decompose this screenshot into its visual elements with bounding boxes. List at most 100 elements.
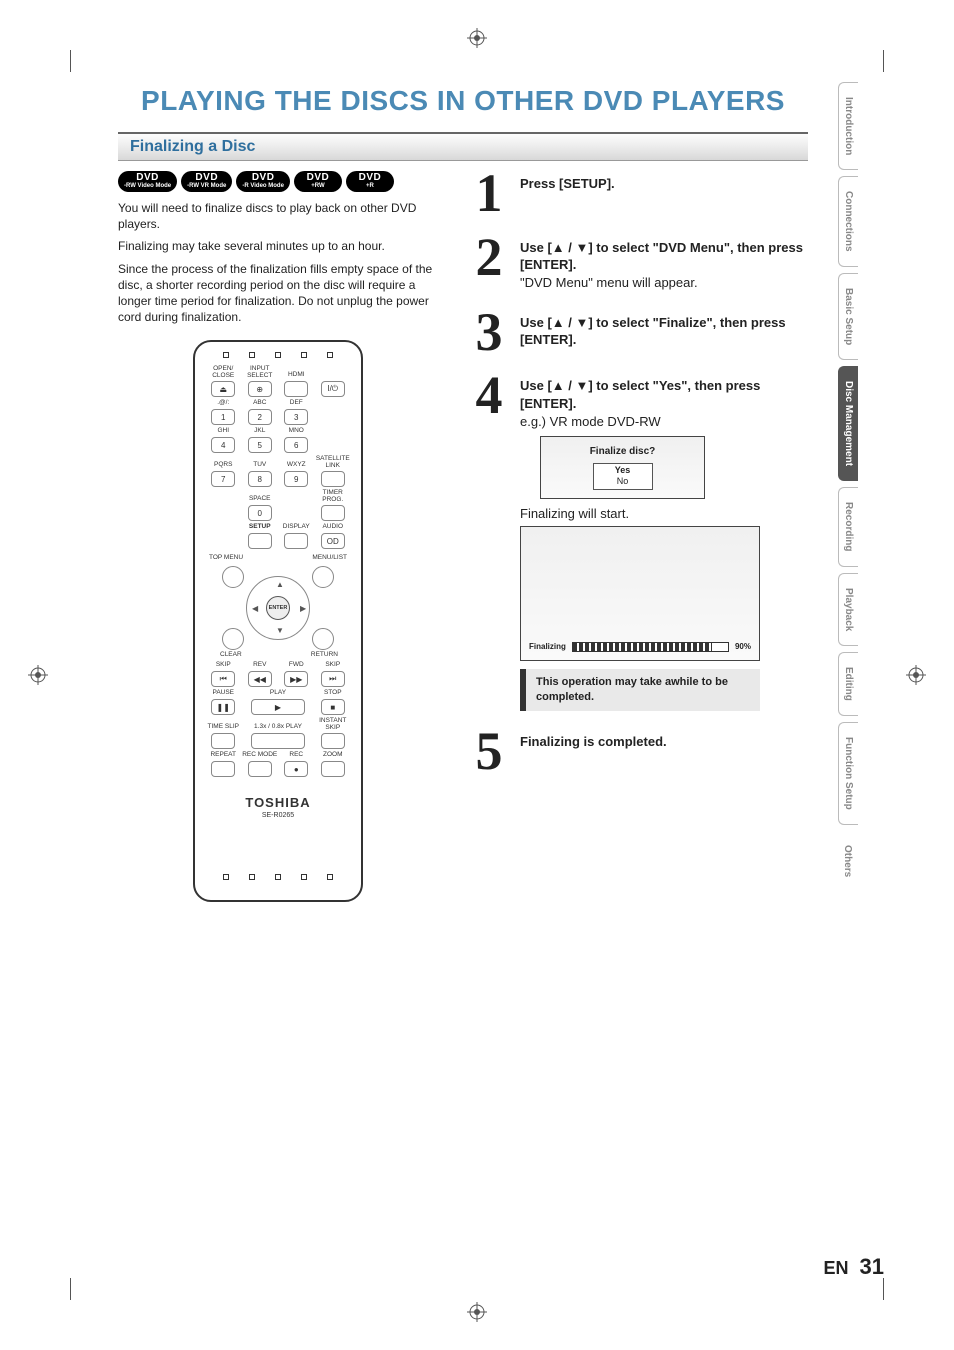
step-2-sub: "DVD Menu" menu will appear.	[520, 275, 698, 290]
remote-model: SE-R0265	[205, 812, 351, 819]
top-menu-label: TOP MENU	[209, 555, 243, 562]
section-header-text: Finalizing a Disc	[130, 138, 255, 155]
time-slip-button	[211, 733, 235, 749]
key-0: 0	[248, 505, 272, 521]
key-1: 1	[211, 409, 235, 425]
skip-back-button: ⏮	[211, 671, 235, 687]
rewind-button: ◀◀	[248, 671, 272, 687]
disc-badge-row: DVD-RW Video Mode DVD-RW VR Mode DVD-R V…	[118, 171, 438, 192]
disc-badge: DVD+RW	[294, 171, 342, 192]
option-yes: Yes	[594, 465, 652, 477]
registration-mark-icon	[906, 665, 926, 685]
crop-mark	[883, 50, 884, 72]
step-4-main: Use [▲ / ▼] to select "Yes", then press …	[520, 378, 760, 411]
crop-mark	[883, 1278, 884, 1300]
remote-brand: TOSHIBA	[205, 795, 351, 810]
down-arrow-icon: ▼	[276, 626, 284, 635]
key-6: 6	[284, 437, 308, 453]
step-2: 2 Use [▲ / ▼] to select "DVD Menu", then…	[468, 235, 808, 292]
tab-others[interactable]: Others	[838, 831, 857, 891]
audio-button: OD	[321, 533, 345, 549]
step-1-text: Press [SETUP].	[520, 176, 615, 191]
footer-lang: EN	[823, 1258, 848, 1278]
remote-control-diagram: OPEN/ CLOSE⏏ INPUT SELECT⊕ HDMI I/⏻ .@/:…	[193, 340, 363, 902]
repeat-button	[211, 761, 235, 777]
step-number: 4	[468, 373, 510, 711]
footer-page-number: 31	[860, 1254, 884, 1279]
intro-p1: You will need to finalize discs to play …	[118, 200, 438, 232]
crop-mark	[70, 1278, 71, 1300]
note-box: This operation may take awhile to be com…	[520, 669, 760, 711]
step-number: 5	[468, 729, 510, 775]
tab-function-setup[interactable]: Function Setup	[838, 722, 858, 825]
intro-p2: Finalizing may take several minutes up t…	[118, 238, 438, 254]
satellite-link-button	[321, 471, 345, 487]
disc-badge: DVD+R	[346, 171, 394, 192]
power-button: I/⏻	[321, 381, 345, 397]
display-button	[284, 533, 308, 549]
step-2-main: Use [▲ / ▼] to select "DVD Menu", then p…	[520, 240, 803, 273]
tab-editing[interactable]: Editing	[838, 652, 858, 716]
step-number: 2	[468, 235, 510, 292]
rate-play-button	[251, 733, 305, 749]
tab-playback[interactable]: Playback	[838, 573, 858, 646]
stop-button: ■	[321, 699, 345, 715]
tab-disc-management[interactable]: Disc Management	[838, 366, 858, 481]
page-title: PLAYING THE DISCS IN OTHER DVD PLAYERS	[118, 85, 808, 117]
step-3-main: Use [▲ / ▼] to select "Finalize", then p…	[520, 315, 786, 348]
progress-label: Finalizing	[529, 642, 566, 653]
timer-prog-button	[321, 505, 345, 521]
step-5: 5 Finalizing is completed.	[468, 729, 808, 775]
registration-mark-icon	[28, 665, 48, 685]
step-4: 4 Use [▲ / ▼] to select "Yes", then pres…	[468, 373, 808, 711]
zoom-button	[321, 761, 345, 777]
instant-skip-button	[321, 733, 345, 749]
tab-connections[interactable]: Connections	[838, 176, 858, 267]
option-no: No	[594, 476, 652, 488]
finalizing-start-text: Finalizing will start.	[520, 506, 629, 521]
progress-bar	[572, 642, 729, 652]
left-arrow-icon: ◀	[252, 604, 258, 613]
dialog-options: Yes No	[593, 463, 653, 490]
key-3: 3	[284, 409, 308, 425]
setup-button	[248, 533, 272, 549]
input-select-button: ⊕	[248, 381, 272, 397]
crop-mark	[70, 50, 71, 72]
forward-button: ▶▶	[284, 671, 308, 687]
step-1: 1 Press [SETUP].	[468, 171, 808, 217]
progress-dialog: Finalizing 90%	[520, 526, 760, 661]
side-tabs: Introduction Connections Basic Setup Dis…	[838, 82, 884, 897]
menu-list-label: MENU/LIST	[312, 555, 347, 562]
intro-p3: Since the process of the finalization fi…	[118, 261, 438, 326]
step-3: 3 Use [▲ / ▼] to select "Finalize", then…	[468, 310, 808, 356]
registration-mark-icon	[467, 28, 487, 48]
key-9: 9	[284, 471, 308, 487]
tab-introduction[interactable]: Introduction	[838, 82, 858, 170]
key-8: 8	[248, 471, 272, 487]
key-2: 2	[248, 409, 272, 425]
skip-fwd-button: ⏭	[321, 671, 345, 687]
key-5: 5	[248, 437, 272, 453]
disc-badge: DVD-RW Video Mode	[118, 171, 177, 192]
eject-icon: ⏏	[211, 381, 235, 397]
right-arrow-icon: ▶	[300, 604, 306, 613]
tab-basic-setup[interactable]: Basic Setup	[838, 273, 858, 360]
rec-button: ●	[284, 761, 308, 777]
disc-badge: DVD-R Video Mode	[236, 171, 290, 192]
tab-recording[interactable]: Recording	[838, 487, 858, 566]
step-4-example: e.g.) VR mode DVD-RW	[520, 414, 661, 429]
disc-badge: DVD-RW VR Mode	[181, 171, 232, 192]
hdmi-button	[284, 381, 308, 397]
progress-percent: 90%	[735, 642, 751, 653]
play-button: ▶	[251, 699, 305, 715]
key-7: 7	[211, 471, 235, 487]
section-header: Finalizing a Disc	[118, 132, 808, 161]
key-4: 4	[211, 437, 235, 453]
up-arrow-icon: ▲	[276, 580, 284, 589]
page-footer: EN 31	[823, 1254, 884, 1280]
step-5-text: Finalizing is completed.	[520, 734, 667, 749]
nav-pad: ENTER ▲ ▼ ◀ ▶ CLEAR RETURN	[228, 568, 328, 648]
registration-mark-icon	[467, 1302, 487, 1322]
step-number: 1	[468, 171, 510, 217]
step-number: 3	[468, 310, 510, 356]
